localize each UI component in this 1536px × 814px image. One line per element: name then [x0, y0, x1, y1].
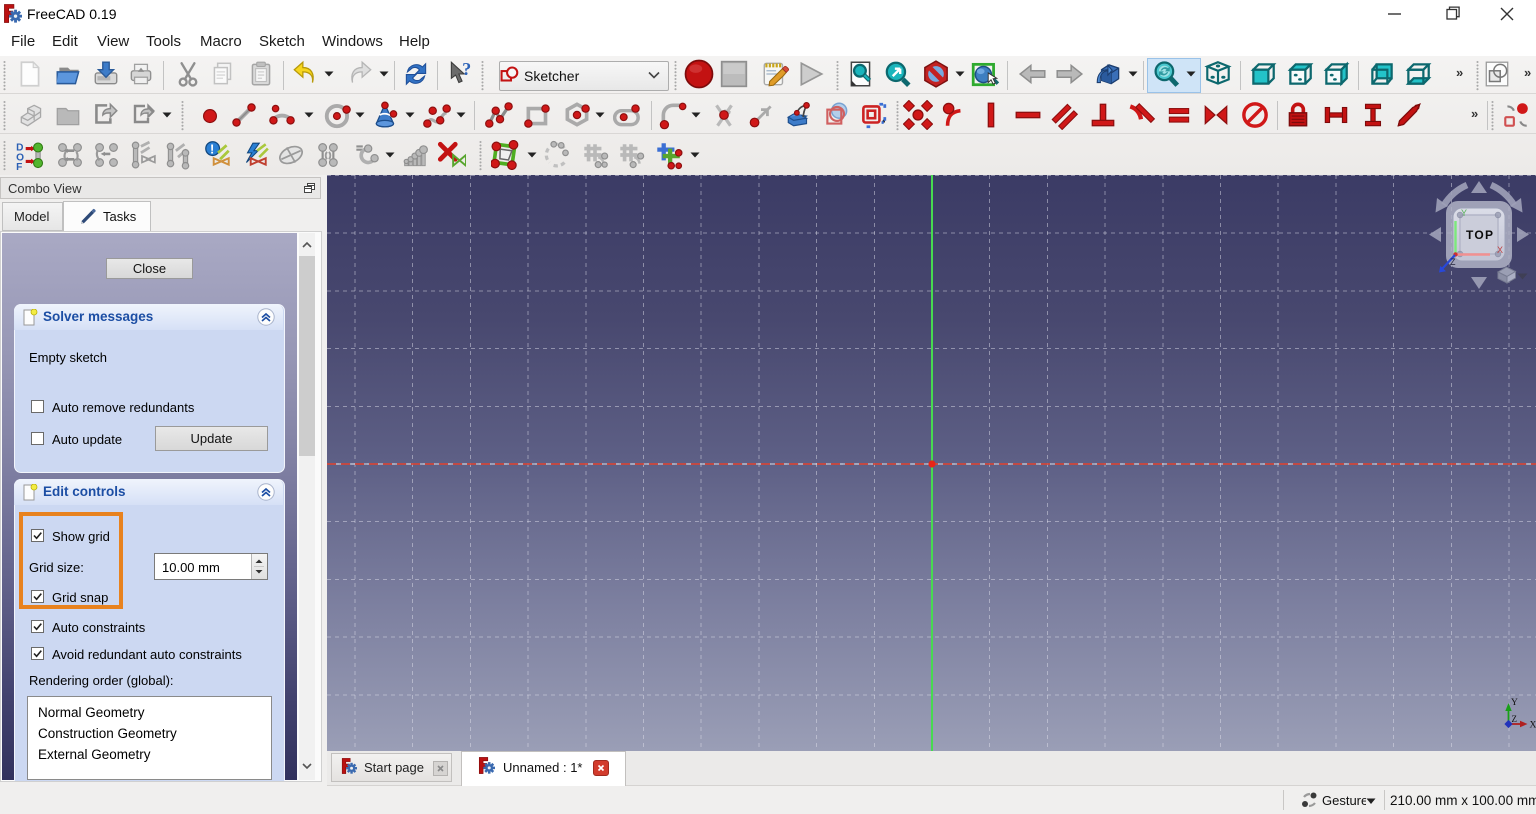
- svg-text:Y: Y: [1461, 208, 1467, 218]
- svg-text:?: ?: [462, 59, 471, 79]
- svg-text:Z: Z: [1450, 257, 1456, 267]
- svg-text:X: X: [1497, 245, 1503, 255]
- svg-text:F: F: [16, 162, 22, 170]
- svg-text:X: X: [1530, 721, 1536, 731]
- svg-text:Z: Z: [1512, 714, 1518, 724]
- svg-text:TOP: TOP: [1466, 228, 1493, 242]
- svg-text:Y: Y: [1511, 698, 1518, 708]
- svg-text:!: !: [210, 141, 214, 156]
